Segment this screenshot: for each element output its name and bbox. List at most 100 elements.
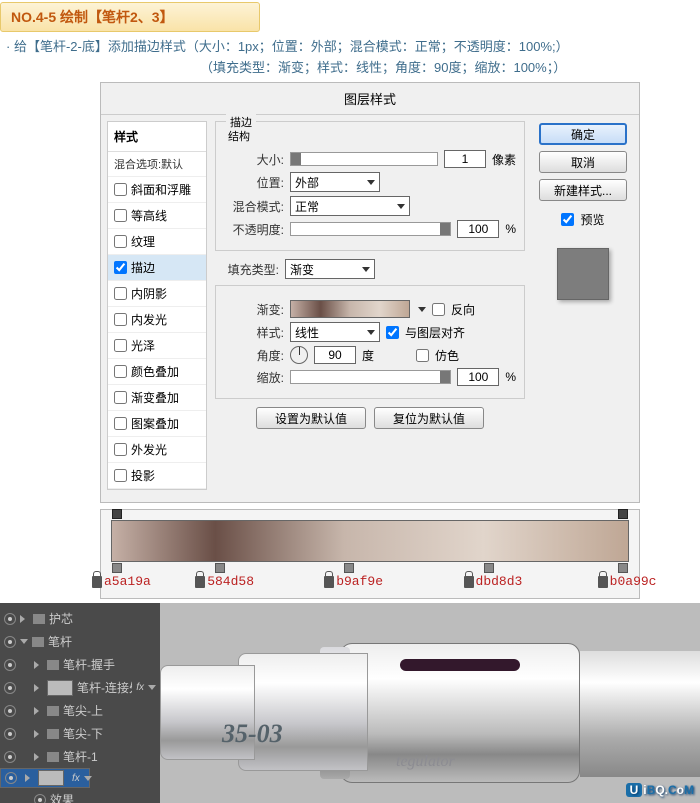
pen-segment-3	[580, 651, 700, 777]
disclosure-icon[interactable]	[34, 707, 43, 715]
new-style-button[interactable]: 新建样式...	[539, 179, 627, 201]
fx-badge: fx	[72, 773, 80, 784]
chevron-down-icon[interactable]	[148, 685, 156, 690]
blend-mode-select[interactable]: 正常	[290, 196, 410, 216]
style-checkbox[interactable]	[114, 365, 127, 378]
visibility-icon[interactable]	[4, 682, 16, 694]
style-checkbox[interactable]	[114, 313, 127, 326]
layer-row[interactable]: 护芯	[0, 607, 160, 630]
style-item-7[interactable]: 颜色叠加	[108, 359, 206, 385]
reverse-checkbox[interactable]	[432, 303, 445, 316]
layer-row[interactable]: 笔尖-上	[0, 699, 160, 722]
disclosure-icon[interactable]	[34, 684, 43, 692]
fill-type-select[interactable]: 渐变	[285, 259, 375, 279]
style-item-11[interactable]: 投影	[108, 463, 206, 489]
style-item-2[interactable]: 纹理	[108, 229, 206, 255]
layer-row[interactable]: 笔杆-2-底fx	[0, 768, 90, 788]
visibility-icon[interactable]	[34, 794, 46, 803]
blend-mode-label: 混合模式:	[224, 198, 284, 215]
lock-icon	[464, 576, 474, 588]
color-stop[interactable]	[112, 563, 122, 573]
preview-checkbox[interactable]	[561, 213, 574, 226]
style-item-5[interactable]: 内发光	[108, 307, 206, 333]
chevron-down-icon[interactable]	[418, 307, 426, 312]
color-stop-hex: dbd8d3	[464, 574, 523, 589]
style-item-6[interactable]: 光泽	[108, 333, 206, 359]
style-item-8[interactable]: 渐变叠加	[108, 385, 206, 411]
style-checkbox[interactable]	[114, 443, 127, 456]
position-select[interactable]: 外部	[290, 172, 380, 192]
disclosure-icon[interactable]	[25, 774, 34, 782]
canvas-preview: 35-03 tegulator UiBQ.CoM	[160, 603, 700, 803]
layer-row[interactable]: 效果	[0, 788, 160, 803]
style-checkbox[interactable]	[114, 339, 127, 352]
lock-icon	[598, 576, 608, 588]
disclosure-icon[interactable]	[34, 661, 43, 669]
layer-name: 效果	[50, 791, 156, 803]
color-stop[interactable]	[344, 563, 354, 573]
disclosure-icon[interactable]	[20, 615, 29, 623]
style-item-9[interactable]: 图案叠加	[108, 411, 206, 437]
style-checkbox[interactable]	[114, 287, 127, 300]
visibility-icon[interactable]	[4, 705, 16, 717]
color-stop[interactable]	[215, 563, 225, 573]
opacity-input[interactable]	[457, 220, 499, 238]
layer-row[interactable]: 笔杆	[0, 630, 160, 653]
blend-options-default[interactable]: 混合选项:默认	[108, 152, 206, 177]
layer-name: 护芯	[49, 610, 156, 627]
style-checkbox[interactable]	[114, 417, 127, 430]
cancel-button[interactable]: 取消	[539, 151, 627, 173]
opacity-stop[interactable]	[618, 509, 628, 519]
dither-checkbox[interactable]	[416, 349, 429, 362]
opacity-label: 不透明度:	[224, 221, 284, 238]
layer-row[interactable]: 笔尖-下	[0, 722, 160, 745]
style-item-10[interactable]: 外发光	[108, 437, 206, 463]
disclosure-icon[interactable]	[34, 753, 43, 761]
style-item-0[interactable]: 斜面和浮雕	[108, 177, 206, 203]
visibility-icon[interactable]	[4, 751, 16, 763]
style-checkbox[interactable]	[114, 209, 127, 222]
gradient-bar[interactable]: a5a19a584d58b9af9edbd8d3b0a99c	[111, 520, 629, 562]
visibility-icon[interactable]	[4, 613, 16, 625]
ok-button[interactable]: 确定	[539, 123, 627, 145]
style-item-1[interactable]: 等高线	[108, 203, 206, 229]
visibility-icon[interactable]	[4, 636, 16, 648]
style-checkbox[interactable]	[114, 391, 127, 404]
align-layer-checkbox[interactable]	[386, 326, 399, 339]
opacity-slider[interactable]	[290, 222, 451, 236]
chevron-down-icon[interactable]	[84, 776, 92, 781]
visibility-icon[interactable]	[4, 659, 16, 671]
reset-default-button[interactable]: 设置为默认值	[256, 407, 366, 429]
style-item-label: 投影	[131, 467, 155, 484]
disclosure-icon[interactable]	[34, 730, 43, 738]
scale-slider[interactable]	[290, 370, 451, 384]
style-item-4[interactable]: 内阴影	[108, 281, 206, 307]
layer-row[interactable]: 笔杆-1	[0, 745, 160, 768]
gradient-style-select[interactable]: 线性	[290, 322, 380, 342]
color-stop[interactable]	[618, 563, 628, 573]
position-label: 位置:	[224, 174, 284, 191]
folder-icon	[32, 637, 44, 647]
style-checkbox[interactable]	[114, 235, 127, 248]
disclosure-icon[interactable]	[20, 639, 28, 644]
visibility-icon[interactable]	[4, 728, 16, 740]
layer-style-dialog: 图层样式 样式 混合选项:默认 斜面和浮雕等高线纹理描边内阴影内发光光泽颜色叠加…	[100, 82, 640, 503]
size-slider[interactable]	[290, 152, 438, 166]
style-checkbox[interactable]	[114, 261, 127, 274]
gradient-swatch[interactable]	[290, 300, 410, 318]
angle-dial[interactable]	[290, 346, 308, 364]
style-item-3[interactable]: 描边	[108, 255, 206, 281]
style-item-label: 斜面和浮雕	[131, 181, 191, 198]
angle-input[interactable]	[314, 346, 356, 364]
opacity-stop[interactable]	[112, 509, 122, 519]
description-line-2: （填充类型：渐变；样式：线性；角度：90度；缩放：100%；）	[200, 57, 700, 76]
scale-input[interactable]	[457, 368, 499, 386]
visibility-icon[interactable]	[5, 772, 17, 784]
style-checkbox[interactable]	[114, 469, 127, 482]
restore-default-button[interactable]: 复位为默认值	[374, 407, 484, 429]
size-input[interactable]	[444, 150, 486, 168]
style-checkbox[interactable]	[114, 183, 127, 196]
layer-row[interactable]: 笔杆-握手	[0, 653, 160, 676]
color-stop[interactable]	[484, 563, 494, 573]
layer-row[interactable]: 笔杆-连接处fx	[0, 676, 160, 699]
